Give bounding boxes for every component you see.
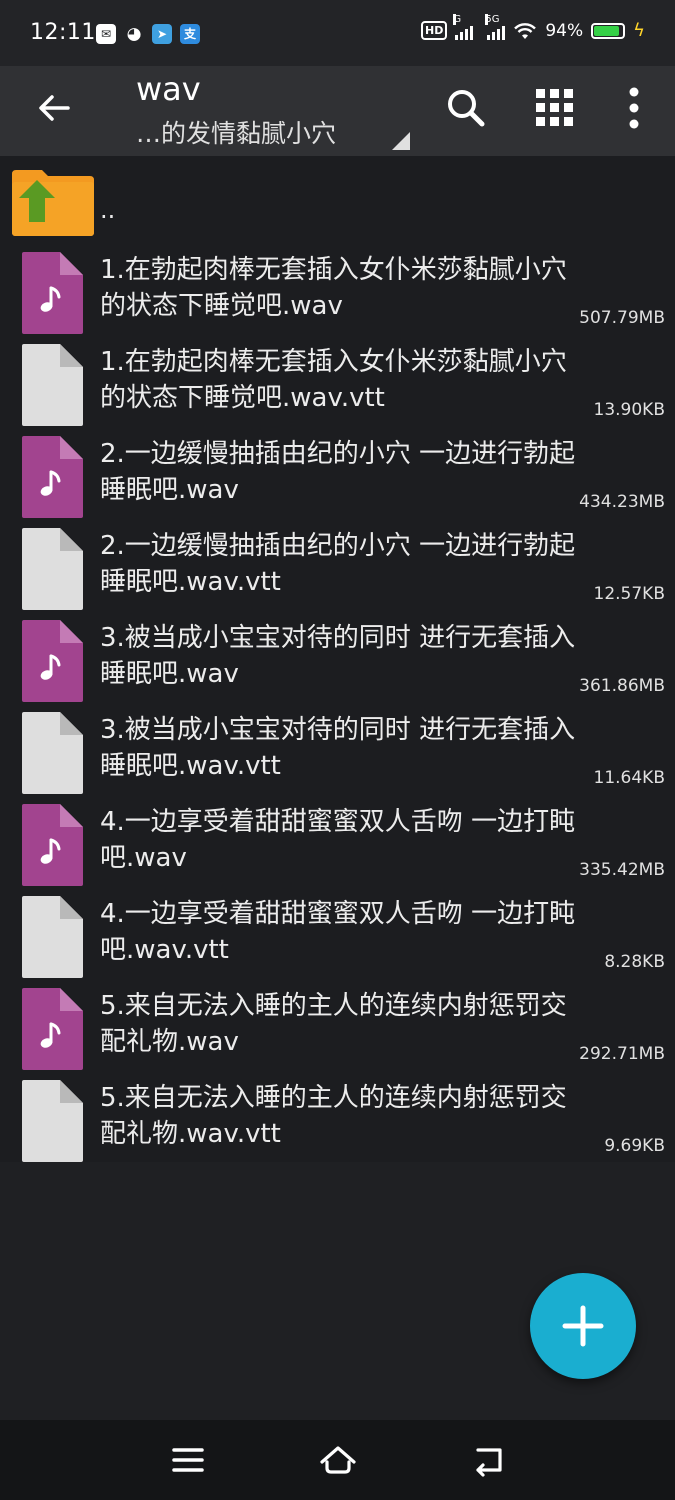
file-size: 8.28KB (604, 952, 665, 972)
parent-folder-label: .. (100, 196, 116, 224)
file-size: 335.42MB (579, 860, 665, 880)
file-row[interactable]: 1.在勃起肉棒无套插入女仆米莎黏腻小穴的状态下睡觉吧.wav.vtt 13.90K… (0, 334, 675, 426)
generic-file-icon (22, 712, 83, 794)
wifi-icon (514, 22, 537, 39)
folder-title: wav (136, 70, 201, 108)
plus-icon (562, 1305, 604, 1347)
toolbar: wav …的发情黏腻小穴 (0, 66, 675, 156)
file-row[interactable]: 4.一边享受着甜甜蜜蜜双人舌吻 一边打盹吧.wav 335.42MB (0, 794, 675, 886)
file-name: 4.一边享受着甜甜蜜蜜双人舌吻 一边打盹吧.wav.vtt (100, 899, 576, 965)
add-button[interactable] (530, 1273, 636, 1379)
file-size: 292.71MB (579, 1044, 665, 1064)
file-name: 1.在勃起肉棒无套插入女仆米莎黏腻小穴的状态下睡觉吧.wav.vtt (100, 347, 567, 413)
file-name: 5.来自无法入睡的主人的连续内射惩罚交配礼物.wav (100, 991, 567, 1057)
charging-icon: ϟ (633, 20, 645, 41)
audio-file-icon (22, 804, 83, 886)
signal-2-icon: 5G (485, 13, 506, 40)
file-name: 3.被当成小宝宝对待的同时 进行无套插入睡眠吧.wav.vtt (100, 715, 576, 781)
battery-icon (591, 22, 626, 39)
file-list: .. 1.在勃起肉棒无套插入女仆米莎黏腻小穴的状态下睡觉吧.wav 507.79M… (0, 156, 675, 1162)
home-icon[interactable] (316, 1438, 360, 1482)
file-size: 13.90KB (593, 400, 665, 420)
more-options-icon[interactable] (608, 82, 660, 134)
audio-file-icon (22, 988, 83, 1070)
system-nav-bar (0, 1420, 675, 1500)
generic-file-icon (22, 1080, 83, 1162)
back-arrow-icon[interactable] (30, 84, 78, 132)
path-dropdown-icon[interactable] (392, 132, 410, 150)
file-row[interactable]: 2.一边缓慢抽插由纪的小穴 一边进行勃起睡眠吧.wav.vtt 12.57KB (0, 518, 675, 610)
message-icon: ✉ (96, 24, 116, 44)
grid-view-icon[interactable] (529, 82, 581, 134)
alipay-icon: 支 (180, 24, 200, 44)
file-manager-screen: 12:11 ✉ ◕ ➤ 支 HD G 5G 94% ϟ wav …的发情黏腻小穴… (0, 0, 675, 1500)
file-size: 361.86MB (579, 676, 665, 696)
status-bar: 12:11 ✉ ◕ ➤ 支 HD G 5G 94% ϟ (0, 0, 675, 66)
audio-file-icon (22, 252, 83, 334)
signal-1-icon: G (453, 13, 474, 40)
file-size: 507.79MB (579, 308, 665, 328)
file-row[interactable]: 5.来自无法入睡的主人的连续内射惩罚交配礼物.wav 292.71MB (0, 978, 675, 1070)
wechat-icon: ◕ (126, 24, 142, 44)
battery-fill (594, 25, 619, 36)
file-row[interactable]: 2.一边缓慢抽插由纪的小穴 一边进行勃起睡眠吧.wav 434.23MB (0, 426, 675, 518)
file-name: 4.一边享受着甜甜蜜蜜双人舌吻 一边打盹吧.wav (100, 807, 576, 873)
search-icon[interactable] (440, 82, 492, 134)
parent-folder-icon (12, 170, 94, 236)
file-row[interactable]: 4.一边享受着甜甜蜜蜜双人舌吻 一边打盹吧.wav.vtt 8.28KB (0, 886, 675, 978)
file-size: 11.64KB (593, 768, 665, 788)
file-name: 3.被当成小宝宝对待的同时 进行无套插入睡眠吧.wav (100, 623, 576, 689)
file-size: 9.69KB (604, 1136, 665, 1156)
status-indicators: HD G 5G 94% ϟ (420, 13, 645, 41)
generic-file-icon (22, 896, 83, 978)
file-row[interactable]: 3.被当成小宝宝对待的同时 进行无套插入睡眠吧.wav.vtt 11.64KB (0, 702, 675, 794)
file-row[interactable]: 5.来自无法入睡的主人的连续内射惩罚交配礼物.wav.vtt 9.69KB (0, 1070, 675, 1162)
generic-file-icon (22, 528, 83, 610)
notification-icons: ✉ ◕ ➤ 支 (96, 24, 200, 44)
generic-file-icon (22, 344, 83, 426)
hd-voice-icon: HD (420, 21, 448, 40)
telegram-icon: ➤ (152, 24, 172, 44)
files-container: 1.在勃起肉棒无套插入女仆米莎黏腻小穴的状态下睡觉吧.wav 507.79MB 1.… (0, 242, 675, 1162)
parent-folder-row[interactable]: .. (0, 156, 675, 242)
file-row[interactable]: 3.被当成小宝宝对待的同时 进行无套插入睡眠吧.wav 361.86MB (0, 610, 675, 702)
file-row[interactable]: 1.在勃起肉棒无套插入女仆米莎黏腻小穴的状态下睡觉吧.wav 507.79MB (0, 242, 675, 334)
file-size: 434.23MB (579, 492, 665, 512)
menu-icon[interactable] (166, 1438, 210, 1482)
file-size: 12.57KB (593, 584, 665, 604)
path-subtitle[interactable]: …的发情黏腻小穴 (136, 114, 336, 150)
status-time: 12:11 (30, 20, 96, 45)
file-name: 5.来自无法入睡的主人的连续内射惩罚交配礼物.wav.vtt (100, 1083, 567, 1149)
battery-percent: 94% (545, 20, 584, 41)
nav-back-icon[interactable] (466, 1438, 510, 1482)
audio-file-icon (22, 620, 83, 702)
file-name: 2.一边缓慢抽插由纪的小穴 一边进行勃起睡眠吧.wav (100, 439, 576, 505)
file-name: 2.一边缓慢抽插由纪的小穴 一边进行勃起睡眠吧.wav.vtt (100, 531, 576, 597)
file-name: 1.在勃起肉棒无套插入女仆米莎黏腻小穴的状态下睡觉吧.wav (100, 255, 567, 321)
audio-file-icon (22, 436, 83, 518)
